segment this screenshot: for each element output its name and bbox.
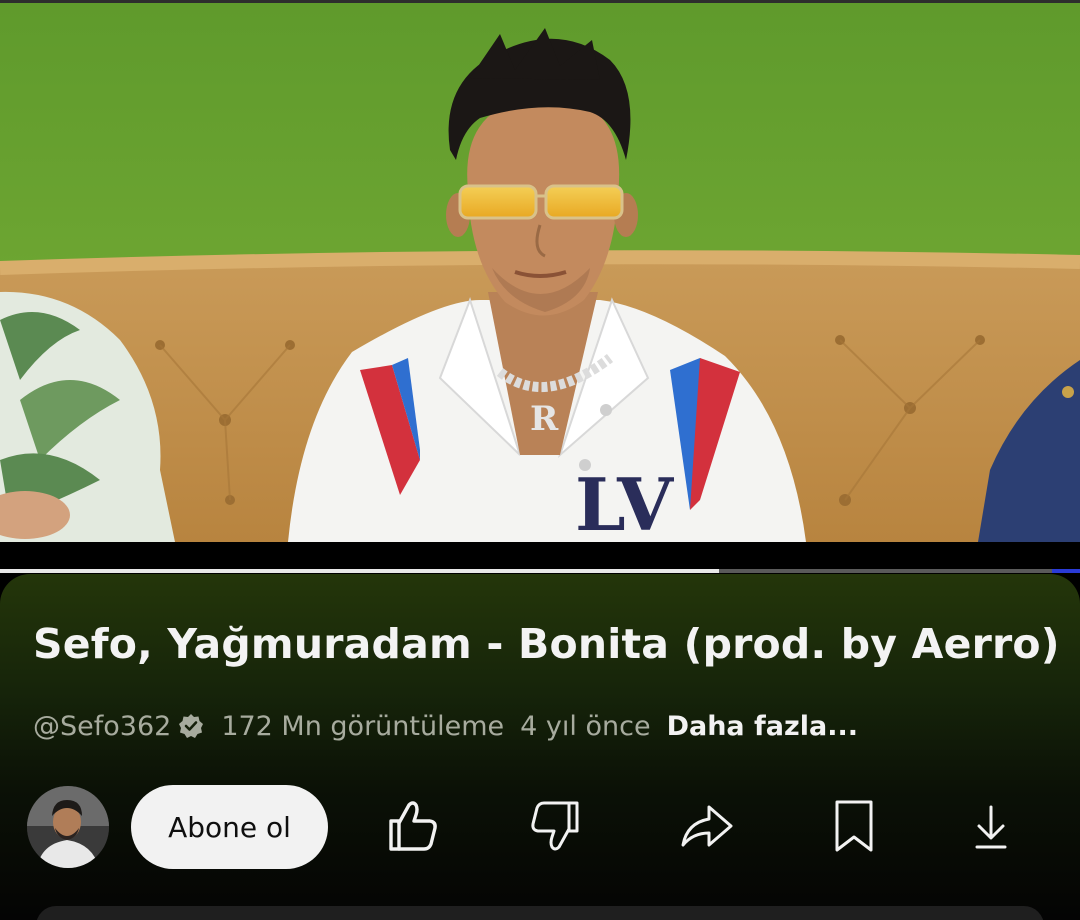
download-icon — [975, 805, 1007, 849]
screen: R LV Sefo, Yağmuradam - Bonita (prod. by… — [0, 0, 1080, 920]
verified-badge-icon — [179, 714, 204, 738]
share-button[interactable] — [674, 794, 738, 858]
like-icon — [389, 801, 437, 851]
svg-text:R: R — [530, 399, 559, 439]
more-description-link[interactable]: Daha fazla... — [667, 711, 858, 742]
comments-preview-card[interactable] — [36, 906, 1044, 920]
video-frame-illustration: R LV — [0, 0, 1080, 542]
video-progress-end-marker — [1052, 569, 1080, 573]
video-player[interactable]: R LV — [0, 0, 1080, 542]
share-icon — [681, 805, 733, 847]
channel-handle[interactable]: @Sefo362 — [33, 711, 171, 742]
channel-avatar-image — [27, 786, 109, 868]
video-info-panel: Sefo, Yağmuradam - Bonita (prod. by Aerr… — [0, 574, 1080, 920]
action-row: Abone ol — [0, 784, 1080, 870]
view-count: 172 Mn görüntüleme — [221, 710, 505, 742]
video-progress-bar[interactable] — [0, 569, 1080, 573]
download-button[interactable] — [959, 794, 1023, 858]
channel-avatar[interactable] — [27, 786, 109, 868]
like-button[interactable] — [379, 794, 443, 858]
upload-age: 4 yıl önce — [520, 710, 651, 742]
video-title[interactable]: Sefo, Yağmuradam - Bonita (prod. by Aerr… — [33, 620, 1063, 668]
dislike-icon — [531, 801, 579, 851]
video-progress-fill — [0, 569, 720, 573]
save-icon — [835, 800, 873, 852]
dislike-button[interactable] — [525, 794, 589, 858]
video-meta-row[interactable]: @Sefo362 172 Mn görüntüleme 4 yıl önce D… — [33, 706, 858, 746]
svg-text:LV: LV — [575, 462, 674, 542]
subscribe-button[interactable]: Abone ol — [131, 785, 328, 869]
save-button[interactable] — [822, 794, 886, 858]
